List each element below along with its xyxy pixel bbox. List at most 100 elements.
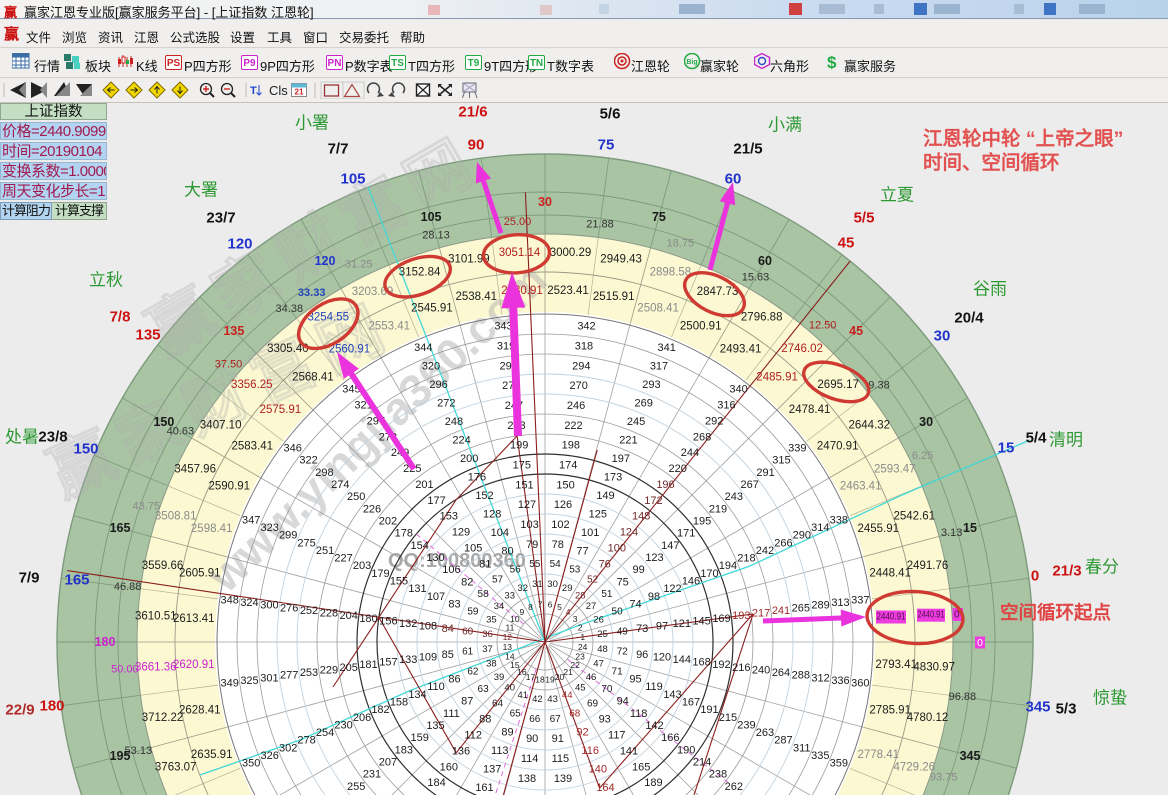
svg-text:3559.66: 3559.66 xyxy=(142,560,184,572)
svg-text:135: 135 xyxy=(135,327,160,344)
svg-text:76: 76 xyxy=(599,558,611,570)
svg-text:194: 194 xyxy=(719,560,737,572)
svg-text:2644.32: 2644.32 xyxy=(849,419,891,431)
svg-text:154: 154 xyxy=(411,540,429,552)
svg-text:105: 105 xyxy=(464,542,482,554)
svg-text:244: 244 xyxy=(681,447,699,459)
svg-text:111: 111 xyxy=(443,708,460,720)
svg-text:251: 251 xyxy=(316,545,334,557)
svg-text:0: 0 xyxy=(977,637,983,649)
svg-text:299: 299 xyxy=(279,530,297,542)
svg-text:301: 301 xyxy=(260,672,278,684)
svg-text:3610.51: 3610.51 xyxy=(135,611,177,623)
svg-text:124: 124 xyxy=(620,527,638,539)
svg-text:202: 202 xyxy=(379,516,397,528)
svg-text:21/3: 21/3 xyxy=(1052,563,1081,580)
svg-text:302: 302 xyxy=(279,742,297,754)
svg-text:3763.07: 3763.07 xyxy=(155,761,197,773)
svg-text:314: 314 xyxy=(811,522,829,534)
svg-text:323: 323 xyxy=(261,522,279,534)
svg-text:264: 264 xyxy=(772,667,790,679)
svg-text:22/9: 22/9 xyxy=(5,702,34,719)
svg-text:惊蛰: 惊蛰 xyxy=(1093,689,1127,708)
svg-text:13: 13 xyxy=(503,642,513,652)
svg-text:231: 231 xyxy=(363,769,381,781)
svg-text:316: 316 xyxy=(717,400,735,412)
svg-text:21/5: 21/5 xyxy=(733,141,762,158)
svg-text:2590.91: 2590.91 xyxy=(209,480,251,492)
svg-text:322: 322 xyxy=(299,455,317,467)
svg-text:12.50: 12.50 xyxy=(809,320,837,332)
svg-text:206: 206 xyxy=(353,712,371,724)
svg-text:312: 312 xyxy=(811,672,829,684)
svg-text:77: 77 xyxy=(576,546,588,558)
svg-text:2628.41: 2628.41 xyxy=(179,705,221,717)
svg-text:120: 120 xyxy=(315,254,336,268)
svg-text:104: 104 xyxy=(491,527,509,539)
svg-text:227: 227 xyxy=(334,553,352,565)
svg-text:清明: 清明 xyxy=(1049,431,1083,450)
svg-text:193: 193 xyxy=(732,610,750,622)
svg-text:2898.58: 2898.58 xyxy=(650,267,692,279)
svg-text:164: 164 xyxy=(596,782,614,794)
svg-text:2493.41: 2493.41 xyxy=(720,343,762,355)
svg-text:75: 75 xyxy=(598,137,615,154)
svg-text:222: 222 xyxy=(564,420,582,432)
svg-text:21/6: 21/6 xyxy=(458,104,487,121)
svg-text:165: 165 xyxy=(632,761,650,773)
svg-text:130: 130 xyxy=(426,552,444,564)
svg-text:344: 344 xyxy=(414,342,432,354)
svg-text:31.25: 31.25 xyxy=(345,258,373,270)
svg-text:181: 181 xyxy=(359,659,377,671)
svg-text:0: 0 xyxy=(1031,568,1039,585)
svg-text:江恩轮中轮 “上帝之眼”: 江恩轮中轮 “上帝之眼” xyxy=(923,127,1123,150)
svg-text:3356.25: 3356.25 xyxy=(231,379,273,391)
svg-text:230: 230 xyxy=(334,719,352,731)
svg-text:150: 150 xyxy=(73,441,98,458)
svg-text:176: 176 xyxy=(468,472,486,484)
svg-text:218: 218 xyxy=(737,553,755,565)
svg-text:166: 166 xyxy=(661,732,679,744)
svg-text:105: 105 xyxy=(340,171,365,188)
svg-text:2440.91: 2440.91 xyxy=(918,610,945,621)
svg-text:214: 214 xyxy=(693,757,711,769)
svg-text:200: 200 xyxy=(460,453,478,465)
svg-text:133: 133 xyxy=(399,654,417,666)
svg-text:192: 192 xyxy=(712,659,730,671)
svg-text:183: 183 xyxy=(395,744,413,756)
svg-text:1: 1 xyxy=(580,632,585,642)
svg-text:2593.47: 2593.47 xyxy=(874,464,916,476)
svg-text:172: 172 xyxy=(644,495,662,507)
svg-text:129: 129 xyxy=(452,527,470,539)
svg-text:38: 38 xyxy=(486,659,497,670)
svg-text:35: 35 xyxy=(486,614,497,625)
svg-text:126: 126 xyxy=(554,499,572,511)
svg-text:101: 101 xyxy=(581,527,599,539)
svg-text:34.38: 34.38 xyxy=(276,303,304,315)
svg-text:217: 217 xyxy=(752,608,770,620)
svg-text:180: 180 xyxy=(95,635,116,649)
svg-text:46: 46 xyxy=(586,672,597,683)
svg-text:2778.41: 2778.41 xyxy=(858,749,900,761)
svg-text:150: 150 xyxy=(556,479,574,491)
svg-text:小署: 小署 xyxy=(295,114,329,133)
svg-text:94: 94 xyxy=(617,696,629,708)
svg-text:219: 219 xyxy=(709,503,727,515)
svg-text:5/6: 5/6 xyxy=(600,106,621,123)
svg-text:2478.41: 2478.41 xyxy=(789,404,831,416)
svg-text:313: 313 xyxy=(831,597,849,609)
svg-text:18: 18 xyxy=(535,675,545,685)
svg-text:317: 317 xyxy=(650,361,668,373)
svg-text:262: 262 xyxy=(725,781,743,793)
svg-text:113: 113 xyxy=(491,745,509,757)
svg-text:83: 83 xyxy=(448,599,460,611)
svg-text:2: 2 xyxy=(578,623,583,633)
svg-text:2785.91: 2785.91 xyxy=(869,705,911,717)
svg-text:240: 240 xyxy=(752,665,770,677)
svg-text:267: 267 xyxy=(741,479,759,491)
svg-text:2583.41: 2583.41 xyxy=(232,440,274,452)
svg-text:6.25: 6.25 xyxy=(912,450,933,462)
svg-text:135: 135 xyxy=(426,720,444,732)
svg-text:2545.91: 2545.91 xyxy=(411,303,453,315)
svg-text:78: 78 xyxy=(552,539,564,551)
